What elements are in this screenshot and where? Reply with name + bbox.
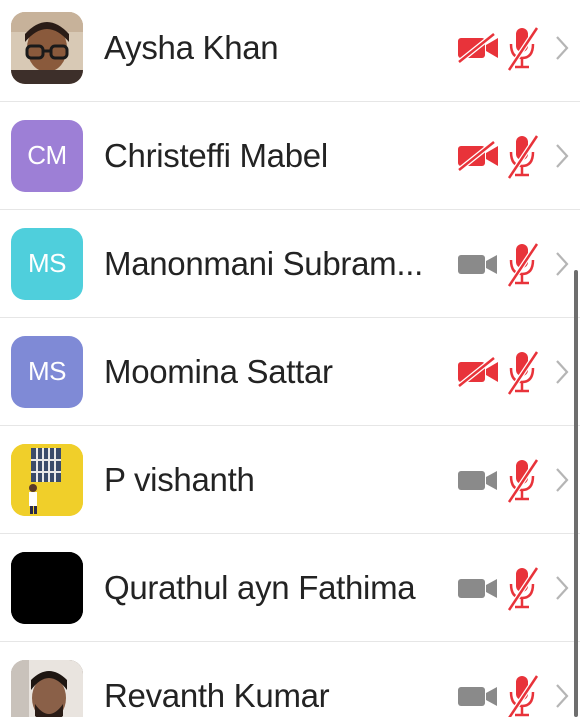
chevron-right-icon[interactable] (554, 142, 570, 170)
participant-name: Manonmani Subram... (104, 244, 423, 282)
participant-name: P vishanth (104, 460, 255, 498)
avatar (11, 11, 83, 84)
participant-name: Revanth Kumar (104, 676, 330, 714)
video-camera-icon[interactable] (456, 680, 500, 712)
microphone-muted-icon[interactable] (506, 672, 540, 717)
avatar-initials: MS (28, 356, 67, 386)
participant-name: Moomina Sattar (104, 352, 333, 390)
participant-controls (456, 456, 570, 504)
participant-row[interactable]: Revanth Kumar (0, 642, 580, 717)
participant-controls (456, 348, 570, 396)
avatar: MS (11, 335, 83, 408)
video-off-icon[interactable] (456, 31, 500, 64)
participant-name: Aysha Khan (104, 28, 279, 66)
video-off-icon[interactable] (456, 139, 500, 172)
chevron-right-icon[interactable] (554, 358, 570, 386)
microphone-muted-icon[interactable] (506, 240, 540, 288)
participant-row[interactable]: CM Christeffi Mabel (0, 102, 580, 210)
video-camera-icon[interactable] (456, 464, 500, 496)
participant-controls (456, 564, 570, 612)
participant-row[interactable]: MS Manonmani Subram... (0, 210, 580, 318)
avatar: CM (11, 119, 83, 192)
microphone-muted-icon[interactable] (506, 456, 540, 504)
avatar-initials: MS (28, 248, 67, 278)
chevron-right-icon[interactable] (554, 250, 570, 278)
participant-row[interactable]: P vishanth (0, 426, 580, 534)
avatar (11, 443, 83, 516)
avatar (11, 551, 83, 624)
participant-row[interactable]: Qurathul ayn Fathima (0, 534, 580, 642)
video-off-icon[interactable] (456, 355, 500, 388)
participant-controls (456, 132, 570, 180)
video-camera-icon[interactable] (456, 572, 500, 604)
avatar: MS (11, 227, 83, 300)
avatar (11, 659, 83, 717)
chevron-right-icon[interactable] (554, 34, 570, 62)
participant-name: Qurathul ayn Fathima (104, 568, 416, 606)
avatar-initials: CM (27, 140, 67, 170)
participant-controls (456, 24, 570, 72)
participant-controls (456, 672, 570, 717)
microphone-muted-icon[interactable] (506, 132, 540, 180)
microphone-muted-icon[interactable] (506, 348, 540, 396)
chevron-right-icon[interactable] (554, 466, 570, 494)
microphone-muted-icon[interactable] (506, 564, 540, 612)
chevron-right-icon[interactable] (554, 574, 570, 602)
participant-row[interactable]: MS Moomina Sattar (0, 318, 580, 426)
participant-controls (456, 240, 570, 288)
video-camera-icon[interactable] (456, 248, 500, 280)
participant-row[interactable]: Aysha Khan (0, 0, 580, 102)
participant-name: Christeffi Mabel (104, 136, 328, 174)
chevron-right-icon[interactable] (554, 682, 570, 710)
microphone-muted-icon[interactable] (506, 24, 540, 72)
scrollbar[interactable] (574, 270, 578, 717)
